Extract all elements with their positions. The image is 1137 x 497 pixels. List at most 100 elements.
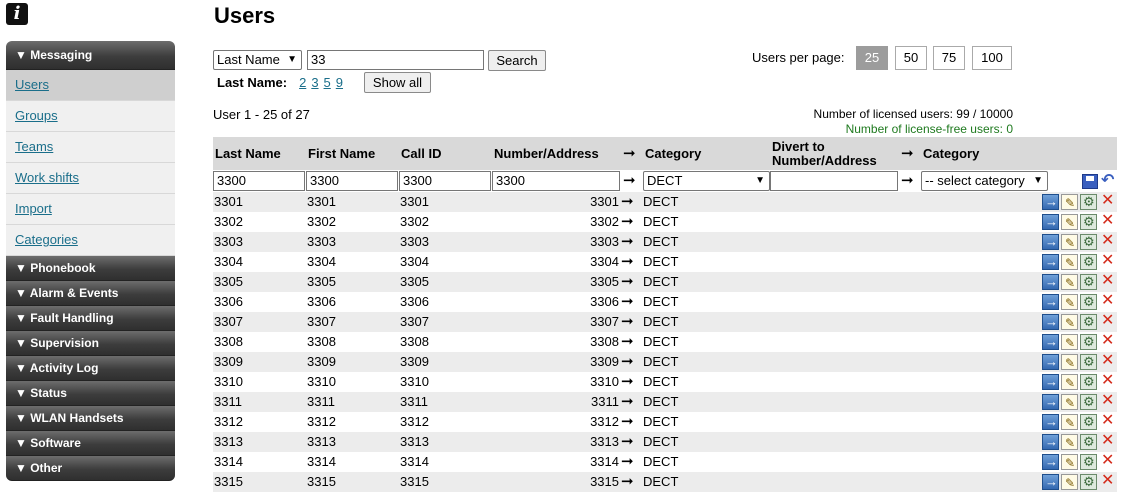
divert-icon[interactable] [1042, 212, 1059, 232]
table-row[interactable]: 3304 3304 3304 3304 ➞ DECT [213, 251, 1117, 273]
delete-icon[interactable] [1099, 251, 1116, 271]
settings-icon[interactable] [1080, 272, 1097, 292]
delete-icon[interactable] [1099, 271, 1116, 291]
edit-icon[interactable] [1061, 393, 1078, 413]
table-row[interactable]: 3311 3311 3311 3311 ➞ DECT [213, 391, 1117, 413]
filter-category2-select[interactable]: -- select category ▼ [921, 171, 1048, 191]
sidebar-section-alarm-events[interactable]: ▼ Alarm & Events [6, 281, 175, 306]
header-category-2[interactable]: Category [923, 137, 979, 170]
edit-icon[interactable] [1061, 373, 1078, 393]
table-row[interactable]: 3308 3308 3308 3308 ➞ DECT [213, 331, 1117, 353]
table-row[interactable]: 3315 3315 3315 3315 ➞ DECT [213, 471, 1117, 493]
table-row[interactable]: 3313 3313 3313 3313 ➞ DECT [213, 431, 1117, 453]
filter-category-select[interactable]: DECT ▼ [643, 171, 770, 191]
sidebar-section-status[interactable]: ▼ Status [6, 381, 175, 406]
delete-icon[interactable] [1099, 431, 1116, 451]
filter-last-name-input[interactable]: 3300 [213, 171, 305, 191]
divert-icon[interactable] [1042, 332, 1059, 352]
divert-icon[interactable] [1042, 472, 1059, 492]
settings-icon[interactable] [1080, 452, 1097, 472]
per-page-25-button[interactable]: 25 [856, 46, 888, 70]
delete-icon[interactable] [1099, 411, 1116, 431]
delete-icon[interactable] [1099, 391, 1116, 411]
table-row[interactable]: 3309 3309 3309 3309 ➞ DECT [213, 351, 1117, 373]
sidebar-section-phonebook[interactable]: ▼ Phonebook [6, 256, 175, 281]
sidebar-section-software[interactable]: ▼ Software [6, 431, 175, 456]
settings-icon[interactable] [1080, 292, 1097, 312]
divert-icon[interactable] [1042, 312, 1059, 332]
sidebar-section-messaging[interactable]: ▼ Messaging [6, 41, 175, 70]
header-divert[interactable]: Divert to Number/Address [772, 140, 877, 173]
sidebar-item-work-shifts[interactable]: Work shifts [6, 163, 175, 194]
settings-icon[interactable] [1080, 352, 1097, 372]
undo-icon[interactable] [1100, 170, 1116, 190]
divert-icon[interactable] [1042, 432, 1059, 452]
delete-icon[interactable] [1099, 231, 1116, 251]
table-row[interactable]: 3307 3307 3307 3307 ➞ DECT [213, 311, 1117, 333]
sidebar-section-fault-handling[interactable]: ▼ Fault Handling [6, 306, 175, 331]
edit-icon[interactable] [1061, 193, 1078, 213]
settings-icon[interactable] [1080, 312, 1097, 332]
table-row[interactable]: 3310 3310 3310 3310 ➞ DECT [213, 371, 1117, 393]
settings-icon[interactable] [1080, 232, 1097, 252]
sidebar-item-groups[interactable]: Groups [6, 101, 175, 132]
divert-icon[interactable] [1042, 192, 1059, 212]
header-call-id[interactable]: Call ID [401, 137, 441, 170]
header-last-name[interactable]: Last Name [215, 137, 281, 170]
search-field-select[interactable]: Last Name ▼ [213, 50, 302, 70]
settings-icon[interactable] [1080, 412, 1097, 432]
per-page-50-button[interactable]: 50 [895, 46, 927, 70]
delete-icon[interactable] [1099, 351, 1116, 371]
save-icon[interactable] [1082, 174, 1098, 189]
table-row[interactable]: 3303 3303 3303 3303 ➞ DECT [213, 231, 1117, 253]
delete-icon[interactable] [1099, 311, 1116, 331]
table-row[interactable]: 3314 3314 3314 3314 ➞ DECT [213, 451, 1117, 473]
divert-icon[interactable] [1042, 292, 1059, 312]
header-first-name[interactable]: First Name [308, 137, 375, 170]
delete-icon[interactable] [1099, 191, 1116, 211]
sidebar-item-categories[interactable]: Categories [6, 225, 175, 256]
sidebar-section-wlan-handsets[interactable]: ▼ WLAN Handsets [6, 406, 175, 431]
delete-icon[interactable] [1099, 211, 1116, 231]
divert-icon[interactable] [1042, 232, 1059, 252]
table-row[interactable]: 3302 3302 3302 3302 ➞ DECT [213, 211, 1117, 233]
sidebar-section-activity-log[interactable]: ▼ Activity Log [6, 356, 175, 381]
settings-icon[interactable] [1080, 192, 1097, 212]
alpha-link-3[interactable]: 3 [311, 75, 318, 90]
divert-icon[interactable] [1042, 392, 1059, 412]
delete-icon[interactable] [1099, 471, 1116, 491]
sidebar-item-users[interactable]: Users [6, 70, 175, 101]
divert-icon[interactable] [1042, 252, 1059, 272]
edit-icon[interactable] [1061, 353, 1078, 373]
divert-icon[interactable] [1042, 452, 1059, 472]
edit-icon[interactable] [1061, 313, 1078, 333]
edit-icon[interactable] [1061, 413, 1078, 433]
divert-icon[interactable] [1042, 272, 1059, 292]
alpha-link-9[interactable]: 9 [336, 75, 343, 90]
settings-icon[interactable] [1080, 212, 1097, 232]
per-page-100-button[interactable]: 100 [972, 46, 1012, 70]
delete-icon[interactable] [1099, 371, 1116, 391]
delete-icon[interactable] [1099, 331, 1116, 351]
alpha-link-2[interactable]: 2 [299, 75, 306, 90]
sidebar-item-teams[interactable]: Teams [6, 132, 175, 163]
settings-icon[interactable] [1080, 332, 1097, 352]
alpha-link-5[interactable]: 5 [324, 75, 331, 90]
table-row[interactable]: 3306 3306 3306 3306 ➞ DECT [213, 291, 1117, 313]
sidebar-item-import[interactable]: Import [6, 194, 175, 225]
delete-icon[interactable] [1099, 291, 1116, 311]
table-row[interactable]: 3312 3312 3312 3312 ➞ DECT [213, 411, 1117, 433]
settings-icon[interactable] [1080, 252, 1097, 272]
filter-first-name-input[interactable]: 3300 [306, 171, 398, 191]
edit-icon[interactable] [1061, 253, 1078, 273]
edit-icon[interactable] [1061, 233, 1078, 253]
search-button[interactable]: Search [488, 50, 546, 71]
settings-icon[interactable] [1080, 392, 1097, 412]
divert-icon[interactable] [1042, 412, 1059, 432]
edit-icon[interactable] [1061, 293, 1078, 313]
divert-icon[interactable] [1042, 372, 1059, 392]
settings-icon[interactable] [1080, 432, 1097, 452]
filter-number-input[interactable]: 3300 [492, 171, 620, 191]
header-category[interactable]: Category [645, 137, 701, 170]
edit-icon[interactable] [1061, 213, 1078, 233]
